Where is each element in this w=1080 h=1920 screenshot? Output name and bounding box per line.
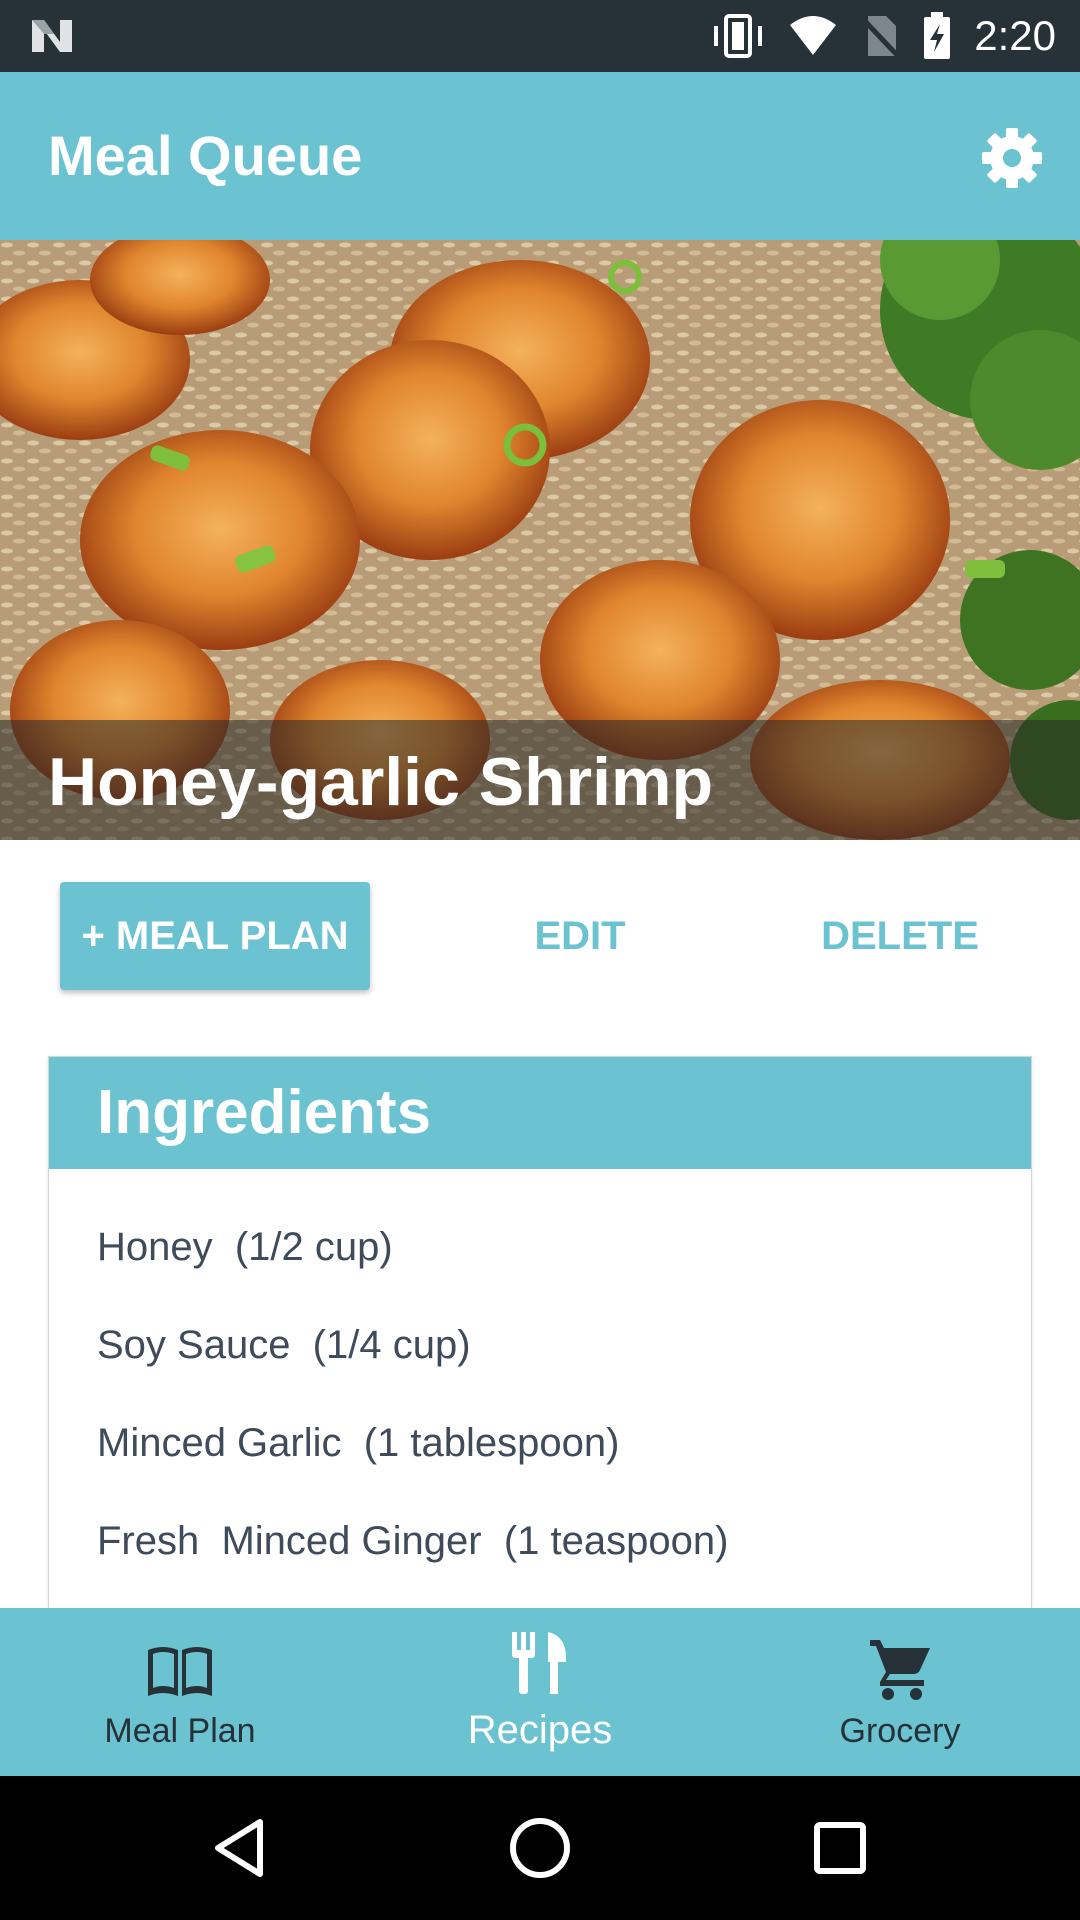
delete-button[interactable]: DELETE (800, 882, 1000, 990)
add-to-meal-plan-button[interactable]: + MEAL PLAN (60, 882, 370, 990)
cart-icon (870, 1640, 930, 1700)
vibrate-icon (714, 14, 763, 58)
recents-icon[interactable] (804, 1812, 876, 1884)
settings-gear-icon[interactable] (980, 126, 1044, 190)
recipe-actions: + MEAL PLAN EDIT DELETE (0, 840, 1080, 1020)
book-icon (148, 1647, 212, 1696)
ingredient-item: Minced Garlic (1 tablespoon) (97, 1421, 620, 1465)
nav-label-recipes: Recipes (467, 1708, 613, 1752)
system-navigation-bar (0, 1776, 1080, 1920)
fork-knife-icon (512, 1632, 566, 1694)
ingredients-card: Ingredients Honey (1/2 cup) Soy Sauce (1… (48, 1056, 1032, 1616)
ingredient-item: Fresh Minced Ginger (1 teaspoon) (97, 1519, 729, 1563)
app-title: Meal Queue (48, 124, 363, 187)
nav-label-meal-plan: Meal Plan (104, 1712, 256, 1750)
nav-item-grocery[interactable]: Grocery (720, 1608, 1080, 1776)
back-icon[interactable] (204, 1812, 276, 1884)
edit-button[interactable]: EDIT (500, 882, 660, 990)
nav-item-recipes[interactable]: Recipes (360, 1608, 720, 1776)
status-time: 2:20 (974, 12, 1056, 59)
status-bar: 2:20 (0, 0, 1080, 72)
nav-label-grocery: Grocery (839, 1712, 961, 1750)
battery-charging-icon (924, 12, 951, 59)
home-icon[interactable] (504, 1812, 576, 1884)
bottom-navigation: Meal Plan Recipes Grocery (0, 1608, 1080, 1776)
nav-item-meal-plan[interactable]: Meal Plan (0, 1608, 360, 1776)
recipe-hero-image: Honey-garlic Shrimp (0, 240, 1080, 840)
n-logo-icon (32, 20, 72, 52)
app-bar: Meal Queue (0, 72, 1080, 240)
wifi-icon (790, 16, 837, 55)
ingredient-item: Soy Sauce (1/4 cup) (97, 1323, 471, 1367)
ingredients-header: Ingredients (49, 1057, 1031, 1169)
ingredient-item: Honey (1/2 cup) (97, 1225, 393, 1269)
recipe-title: Honey-garlic Shrimp (48, 744, 714, 820)
no-sim-icon (860, 16, 901, 58)
